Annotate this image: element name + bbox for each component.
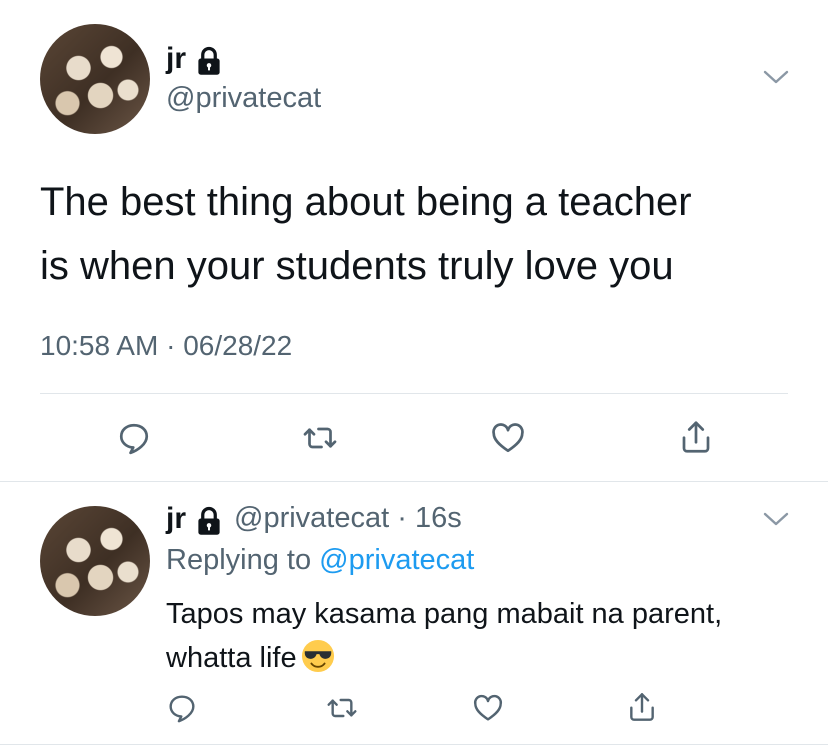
share-button[interactable] [674, 416, 718, 458]
replying-to: Replying to @privatecat [166, 544, 474, 577]
meta-separator: · [397, 502, 407, 534]
author-handle[interactable]: @privatecat [234, 502, 389, 534]
tweet-timestamp[interactable]: 10:58 AM · 06/28/22 [40, 330, 292, 362]
reply-icon [119, 423, 149, 455]
tweet-text-line: is when your students truly love you [40, 244, 674, 288]
tweet-time: 10:58 AM [40, 330, 159, 361]
reply-age[interactable]: 16s [415, 502, 462, 534]
reply-header: jr [166, 502, 186, 536]
heart-icon [492, 423, 524, 453]
reply-icon [169, 695, 195, 723]
reply-text-line: Tapos may kasama pang mabait na parent, [166, 598, 723, 630]
reply-button[interactable] [162, 690, 202, 726]
retweet-button[interactable] [298, 418, 342, 458]
replying-to-label: Replying to [166, 544, 312, 576]
author-name[interactable]: jr [166, 502, 186, 535]
meta-separator: · [166, 330, 176, 361]
divider [40, 393, 788, 394]
share-button[interactable] [622, 688, 662, 726]
divider [0, 481, 828, 482]
tweet-date: 06/28/22 [183, 330, 293, 361]
reply-text-line: whatta life [166, 636, 806, 680]
tweet-text: The best thing about being a teacher is … [40, 170, 800, 298]
sunglasses-emoji [301, 639, 334, 673]
like-button[interactable] [468, 690, 508, 726]
retweet-icon [303, 427, 337, 449]
share-icon [630, 693, 654, 721]
author-handle[interactable]: @privatecat [166, 82, 321, 115]
retweet-button[interactable] [322, 690, 362, 726]
reply-text: Tapos may kasama pang mabait na parent, … [166, 592, 806, 680]
avatar[interactable] [40, 24, 150, 134]
like-button[interactable] [486, 418, 530, 458]
divider [0, 744, 828, 745]
share-icon [682, 421, 710, 453]
reply-text-fragment: whatta life [166, 642, 297, 674]
reply-handle-line: @privatecat · 16s [234, 502, 462, 535]
chevron-down-icon[interactable] [762, 68, 790, 88]
lock-icon [198, 46, 220, 75]
avatar[interactable] [40, 506, 150, 616]
replying-to-handle[interactable]: @privatecat [319, 544, 474, 576]
chevron-down-icon[interactable] [762, 510, 790, 530]
retweet-icon [327, 698, 357, 718]
tweet-text-line: The best thing about being a teacher [40, 180, 692, 224]
reply-button[interactable] [112, 418, 156, 458]
heart-icon [473, 694, 503, 721]
author-name[interactable]: jr [166, 42, 186, 76]
lock-icon [198, 506, 220, 535]
